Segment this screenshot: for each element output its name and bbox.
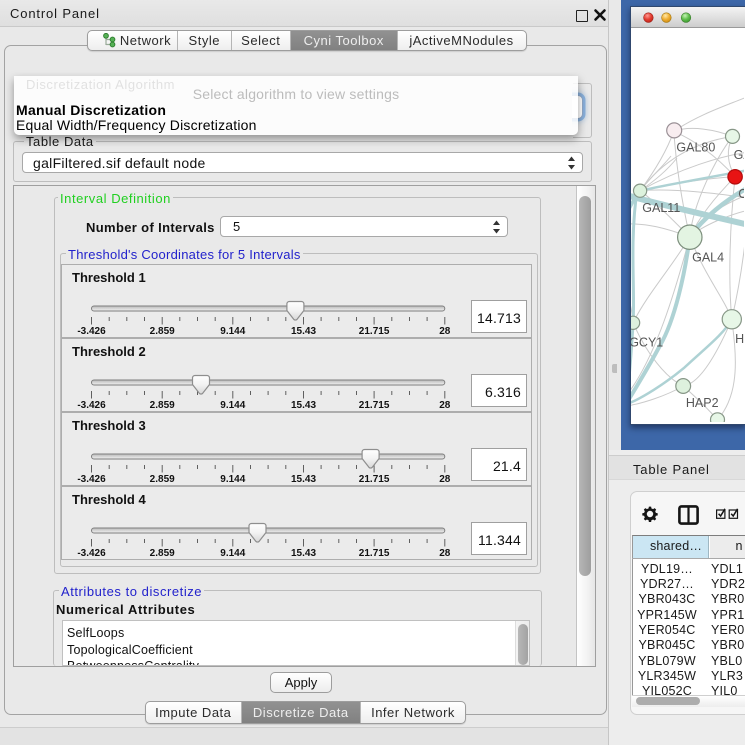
- svg-text:28: 28: [439, 326, 451, 337]
- svg-text:GAL11: GAL11: [642, 201, 680, 215]
- svg-text:2.859: 2.859: [150, 474, 175, 485]
- svg-text:21.715: 21.715: [359, 326, 390, 337]
- svg-text:28: 28: [439, 400, 451, 411]
- svg-text:21.715: 21.715: [359, 548, 390, 559]
- svg-text:GAL80: GAL80: [676, 141, 715, 155]
- svg-text:9.144: 9.144: [220, 400, 245, 411]
- svg-text:-3.426: -3.426: [77, 400, 106, 411]
- svg-text:9.144: 9.144: [220, 548, 245, 559]
- svg-text:2.859: 2.859: [150, 326, 175, 337]
- svg-text:15.43: 15.43: [291, 326, 316, 337]
- svg-text:-3.426: -3.426: [77, 474, 106, 485]
- svg-text:GAL: GAL: [733, 148, 743, 162]
- svg-text:HAP2: HAP2: [685, 396, 718, 410]
- svg-text:9.144: 9.144: [220, 474, 245, 485]
- svg-text:GCY1: GCY1: [631, 336, 663, 350]
- svg-text:GAL4: GAL4: [692, 251, 724, 265]
- svg-text:28: 28: [439, 548, 451, 559]
- svg-text:15.43: 15.43: [291, 400, 316, 411]
- svg-text:28: 28: [439, 474, 451, 485]
- svg-text:-3.426: -3.426: [77, 548, 106, 559]
- svg-text:C: C: [738, 187, 744, 201]
- svg-text:21.715: 21.715: [359, 400, 390, 411]
- svg-text:-3.426: -3.426: [77, 326, 106, 337]
- svg-text:HI: HI: [735, 332, 744, 346]
- svg-text:15.43: 15.43: [291, 474, 316, 485]
- svg-text:21.715: 21.715: [359, 474, 390, 485]
- svg-text:9.144: 9.144: [220, 326, 245, 337]
- svg-text:2.859: 2.859: [150, 400, 175, 411]
- svg-text:15.43: 15.43: [291, 548, 316, 559]
- svg-text:2.859: 2.859: [150, 548, 175, 559]
